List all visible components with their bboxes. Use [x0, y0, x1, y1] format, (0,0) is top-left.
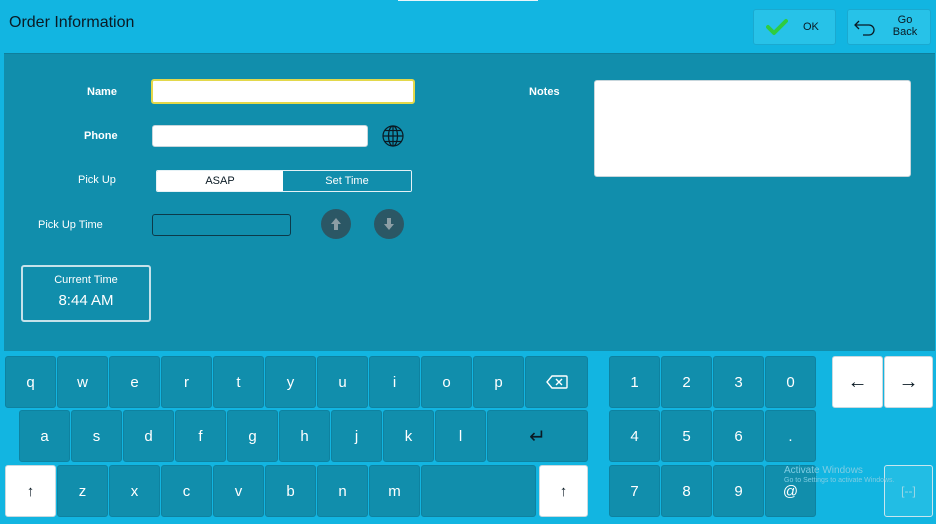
key-4[interactable]: 4 [609, 410, 660, 462]
page-title: Order Information [9, 14, 135, 31]
key-o[interactable]: o [421, 356, 472, 408]
key-g[interactable]: g [227, 410, 278, 462]
key-i[interactable]: i [369, 356, 420, 408]
arrow-left-key[interactable]: ← [832, 356, 883, 408]
backspace-key[interactable] [525, 356, 588, 408]
key-k[interactable]: k [383, 410, 434, 462]
key-f[interactable]: f [175, 410, 226, 462]
pickup-label: Pick Up [78, 174, 116, 186]
key-5[interactable]: 5 [661, 410, 712, 462]
phone-input[interactable] [152, 125, 368, 147]
key-2[interactable]: 2 [661, 356, 712, 408]
pickup-set-time-option[interactable]: Set Time [283, 171, 411, 191]
key-j[interactable]: j [331, 410, 382, 462]
name-label: Name [87, 86, 117, 98]
key-b[interactable]: b [265, 465, 316, 517]
ok-label: OK [803, 21, 819, 33]
pickup-toggle: ASAP Set Time [156, 170, 412, 192]
watermark-subtitle: Go to Settings to activate Windows. [784, 477, 895, 484]
check-icon [766, 19, 788, 35]
key-n[interactable]: n [317, 465, 368, 517]
key-z[interactable]: z [57, 465, 108, 517]
enter-key[interactable]: ↵ [487, 410, 588, 462]
key-0[interactable]: 0 [765, 356, 816, 408]
collapse-keyboard-key[interactable]: [--] [884, 465, 933, 517]
shift-key-right[interactable]: ↑ [539, 465, 588, 517]
pickup-time-label: Pick Up Time [38, 219, 103, 231]
key-8[interactable]: 8 [661, 465, 712, 517]
notes-textarea[interactable] [594, 80, 911, 177]
notes-label: Notes [529, 86, 560, 98]
key-period[interactable]: . [765, 410, 816, 462]
key-s[interactable]: s [71, 410, 122, 462]
pickup-asap-option[interactable]: ASAP [157, 171, 283, 191]
current-time-box: Current Time 8:44 AM [21, 265, 151, 322]
arrow-right-key[interactable]: → [884, 356, 933, 408]
key-l[interactable]: l [435, 410, 486, 462]
key-y[interactable]: y [265, 356, 316, 408]
name-input[interactable] [151, 79, 415, 104]
phone-label: Phone [84, 130, 118, 142]
go-back-button[interactable]: Go Back [847, 9, 931, 45]
key-m[interactable]: m [369, 465, 420, 517]
watermark-title: Activate Windows [784, 465, 863, 476]
key-1[interactable]: 1 [609, 356, 660, 408]
shift-key-left[interactable]: ↑ [5, 465, 56, 517]
key-3[interactable]: 3 [713, 356, 764, 408]
current-time-label: Current Time [54, 274, 118, 286]
globe-icon[interactable] [381, 124, 405, 148]
top-divider [398, 0, 538, 1]
key-h[interactable]: h [279, 410, 330, 462]
backspace-icon [545, 375, 568, 389]
key-e[interactable]: e [109, 356, 160, 408]
ok-button[interactable]: OK [753, 9, 836, 45]
key-x[interactable]: x [109, 465, 160, 517]
key-t[interactable]: t [213, 356, 264, 408]
arrow-down-icon [384, 218, 394, 230]
time-up-button[interactable] [321, 209, 351, 239]
key-u[interactable]: u [317, 356, 368, 408]
key-v[interactable]: v [213, 465, 264, 517]
key-p[interactable]: p [473, 356, 524, 408]
key-w[interactable]: w [57, 356, 108, 408]
key-c[interactable]: c [161, 465, 212, 517]
key-6[interactable]: 6 [713, 410, 764, 462]
go-back-label: Go Back [892, 14, 918, 38]
key-q[interactable]: q [5, 356, 56, 408]
key-9[interactable]: 9 [713, 465, 764, 517]
back-arrow-icon [854, 20, 875, 36]
key-r[interactable]: r [161, 356, 212, 408]
key-a[interactable]: a [19, 410, 70, 462]
pickup-time-field[interactable] [152, 214, 291, 236]
key-7[interactable]: 7 [609, 465, 660, 517]
current-time-value: 8:44 AM [58, 292, 114, 309]
time-down-button[interactable] [374, 209, 404, 239]
space-key[interactable] [421, 465, 536, 517]
key-d[interactable]: d [123, 410, 174, 462]
arrow-up-icon [331, 218, 341, 230]
